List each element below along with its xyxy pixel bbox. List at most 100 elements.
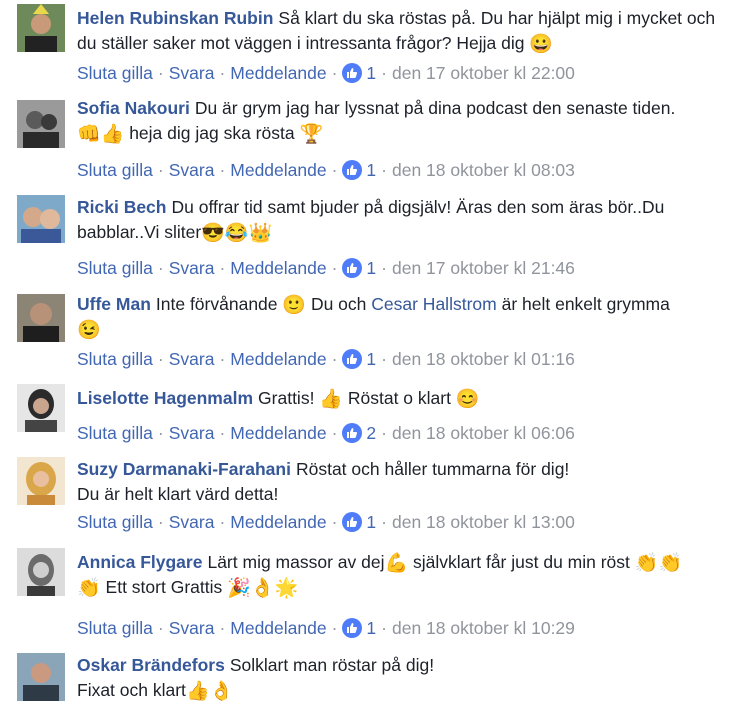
- comment-body: Ricki Bech Du offrar tid samt bjuder på d…: [77, 195, 737, 245]
- message-button[interactable]: Meddelande: [230, 63, 326, 83]
- comment-timestamp[interactable]: den 17 oktober kl 21:46: [392, 258, 575, 278]
- comment-text: Grattis!: [258, 388, 315, 408]
- comment-text: Du är grym jag har lyssnat på dina podca…: [194, 98, 676, 118]
- comment-text-2: självklart får just du min röst: [413, 552, 630, 572]
- comment-text-2: Du är helt klart värd detta!: [77, 484, 279, 504]
- comment-author[interactable]: Helen Rubinskan Rubin: [77, 8, 273, 28]
- like-icon: [342, 160, 363, 180]
- comment-body: Suzy Darmanaki-Farahani Röstat och håller…: [77, 457, 737, 507]
- comment-body: Helen Rubinskan Rubin Så klart du ska rös…: [77, 6, 737, 56]
- like-icon: [342, 63, 363, 83]
- comment-author[interactable]: Uffe Man: [77, 294, 151, 314]
- like-count[interactable]: 1: [366, 618, 376, 638]
- avatar[interactable]: [17, 4, 65, 52]
- message-button[interactable]: Meddelande: [230, 160, 326, 180]
- comment-actions: Sluta gilla · Svara · Meddelande · 1 · den 17 ok…: [77, 258, 575, 278]
- comment-actions: Sluta gilla · Svara · Meddelande · 1 · den 17 ok…: [77, 63, 575, 83]
- like-count[interactable]: 1: [366, 258, 376, 278]
- reply-button[interactable]: Svara: [169, 423, 215, 443]
- message-button[interactable]: Meddelande: [230, 423, 326, 443]
- comment-text: Solklart man röstar på dig!: [229, 655, 435, 675]
- grinning-emoji-icon: 😀: [529, 34, 554, 55]
- comment-timestamp[interactable]: den 18 oktober kl 08:03: [392, 160, 575, 180]
- comment-text-2: Röstat o klart: [347, 388, 451, 408]
- trophy-icon: 🏆: [299, 124, 324, 145]
- comment-body: Oskar Brändefors Solklart man röstar på d…: [77, 653, 737, 703]
- comment-author[interactable]: Suzy Darmanaki-Farahani: [77, 459, 291, 479]
- comment-timestamp[interactable]: den 18 oktober kl 01:16: [392, 349, 575, 369]
- comment-body: Liselotte Hagenmalm Grattis! 👍 Röstat o k…: [77, 386, 737, 411]
- mention-link[interactable]: Cesar Hallstrom: [371, 294, 496, 314]
- unlike-button[interactable]: Sluta gilla: [77, 160, 153, 180]
- reply-button[interactable]: Svara: [169, 349, 215, 369]
- comment-author[interactable]: Ricki Bech: [77, 197, 166, 217]
- reply-button[interactable]: Svara: [169, 63, 215, 83]
- message-button[interactable]: Meddelande: [230, 512, 326, 532]
- comment-body: Sofia Nakouri Du är grym jag har lyssnat …: [77, 96, 737, 146]
- wink-icon: 😉: [77, 320, 101, 341]
- thumbs-up-icon: 👍: [319, 389, 343, 410]
- comment-text-3: är helt enkelt grymma: [501, 294, 670, 314]
- message-button[interactable]: Meddelande: [230, 349, 326, 369]
- comment-text: Lärt mig massor av dej: [207, 552, 385, 572]
- comment-author[interactable]: Annica Flygare: [77, 552, 202, 572]
- comment-text-2: Du och: [310, 294, 367, 314]
- unlike-button[interactable]: Sluta gilla: [77, 63, 153, 83]
- reply-button[interactable]: Svara: [169, 618, 215, 638]
- comment-body: Uffe Man Inte förvånande 🙂 Du och Cesar H…: [77, 292, 737, 342]
- message-button[interactable]: Meddelande: [230, 258, 326, 278]
- comment-text-3: Ett stort Grattis: [105, 577, 223, 597]
- comment-author[interactable]: Oskar Brändefors: [77, 655, 225, 675]
- like-icon: [342, 618, 363, 638]
- like-icon: [342, 349, 363, 369]
- sunglasses-joy-crown-icon: 😎😂👑: [201, 223, 273, 244]
- message-button[interactable]: Meddelande: [230, 618, 326, 638]
- like-count[interactable]: 1: [366, 349, 376, 369]
- comment-timestamp[interactable]: den 18 oktober kl 10:29: [392, 618, 575, 638]
- unlike-button[interactable]: Sluta gilla: [77, 349, 153, 369]
- comment-timestamp[interactable]: den 17 oktober kl 22:00: [392, 63, 575, 83]
- smile-blush-icon: 😊: [455, 389, 480, 410]
- avatar[interactable]: [17, 195, 65, 243]
- avatar[interactable]: [17, 457, 65, 505]
- comment-timestamp[interactable]: den 18 oktober kl 06:06: [392, 423, 575, 443]
- avatar[interactable]: [17, 653, 65, 701]
- comment-actions: Sluta gilla · Svara · Meddelande · 2 · den 18 ok…: [77, 423, 575, 443]
- flexed-biceps-icon: 💪: [384, 553, 409, 574]
- like-icon: [342, 512, 363, 532]
- unlike-button[interactable]: Sluta gilla: [77, 618, 153, 638]
- comment-body: Annica Flygare Lärt mig massor av dej💪 sj…: [77, 550, 737, 600]
- unlike-button[interactable]: Sluta gilla: [77, 512, 153, 532]
- comment-timestamp[interactable]: den 18 oktober kl 13:00: [392, 512, 575, 532]
- comment-text-2: heja dig jag ska rösta: [129, 123, 295, 143]
- like-count[interactable]: 2: [366, 423, 376, 443]
- reply-button[interactable]: Svara: [169, 258, 215, 278]
- comment-actions: Sluta gilla · Svara · Meddelande · 1 · den 18 ok…: [77, 618, 575, 638]
- comment-text: Röstat och håller tummarna för dig!: [295, 459, 570, 479]
- comment-actions: Sluta gilla · Svara · Meddelande · 1 · den 18 ok…: [77, 512, 575, 532]
- avatar[interactable]: [17, 384, 65, 432]
- comment-author[interactable]: Sofia Nakouri: [77, 98, 190, 118]
- avatar[interactable]: [17, 294, 65, 342]
- like-count[interactable]: 1: [366, 160, 376, 180]
- reply-button[interactable]: Svara: [169, 512, 215, 532]
- fist-thumbs-up-icon: 👊👍: [77, 124, 125, 145]
- avatar[interactable]: [17, 100, 65, 148]
- like-count[interactable]: 1: [366, 512, 376, 532]
- comment-actions: Sluta gilla · Svara · Meddelande · 1 · den 18 ok…: [77, 160, 575, 180]
- slight-smile-icon: 🙂: [282, 295, 307, 316]
- party-ok-star-icon: 🎉👌🌟: [227, 578, 299, 599]
- clapping-hands-icon: 👏: [77, 578, 101, 599]
- thumbs-up-ok-icon: 👍👌: [185, 681, 234, 702]
- like-icon: [342, 258, 363, 278]
- comment-author[interactable]: Liselotte Hagenmalm: [77, 388, 253, 408]
- like-icon: [342, 423, 363, 443]
- unlike-button[interactable]: Sluta gilla: [77, 423, 153, 443]
- like-count[interactable]: 1: [366, 63, 376, 83]
- clapping-hands-icon: 👏👏: [634, 553, 683, 574]
- unlike-button[interactable]: Sluta gilla: [77, 258, 153, 278]
- comment-text: Inte förvånande: [155, 294, 278, 314]
- comment-text-2: Fixat och klart: [77, 680, 186, 700]
- avatar[interactable]: [17, 548, 65, 596]
- reply-button[interactable]: Svara: [169, 160, 215, 180]
